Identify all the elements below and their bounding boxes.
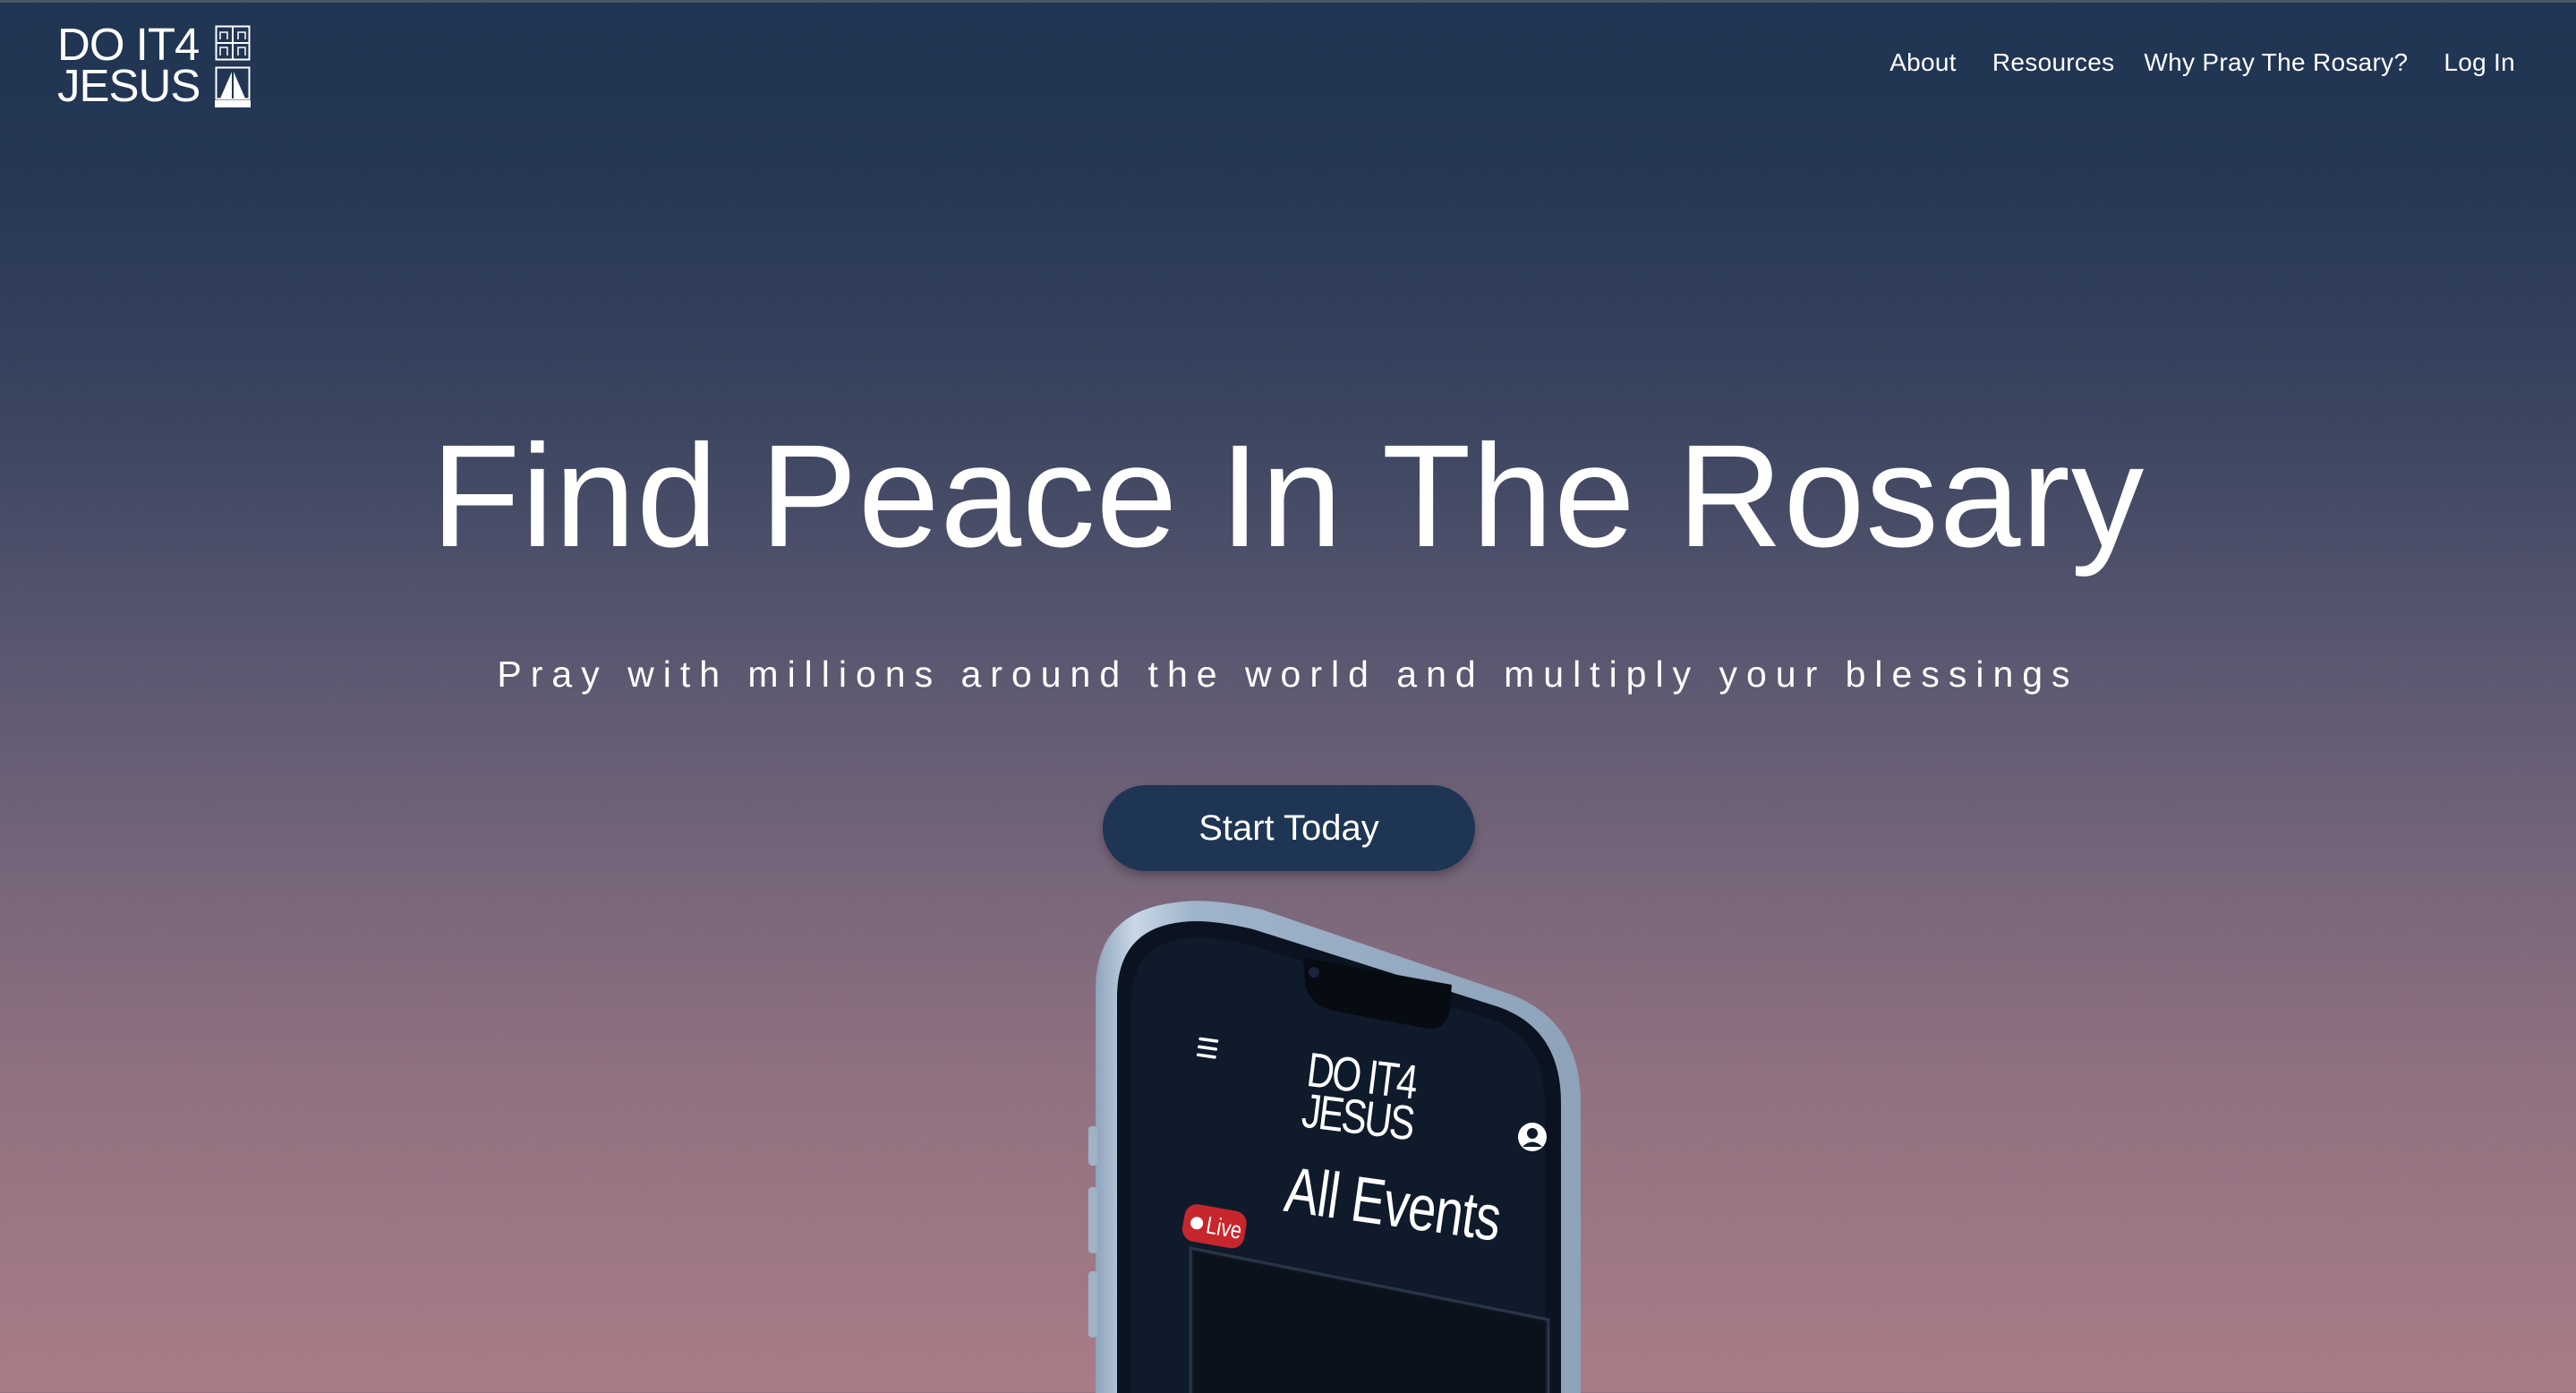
nav-link-resources[interactable]: Resources — [1992, 48, 2115, 77]
nav-link-log-in[interactable]: Log In — [2444, 48, 2515, 77]
start-today-button[interactable]: Start Today — [1103, 785, 1475, 871]
brand-logo[interactable]: DO IT4 JESUS — [57, 20, 254, 109]
user-profile-icon[interactable] — [1516, 1121, 1548, 1153]
church-steps-icon — [215, 66, 251, 107]
top-border — [0, 0, 2576, 3]
main-nav: About Resources Why Pray The Rosary? Log… — [1889, 48, 2515, 77]
church-window-icon — [215, 25, 251, 61]
hero-title: Find Peace In The Rosary — [431, 414, 2145, 577]
hero-subtitle: Pray with millions around the world and … — [497, 654, 2079, 695]
phone-mockup: DO IT4 JESUS All Events Live — [1083, 892, 1593, 1393]
live-badge-label: Live — [1204, 1210, 1244, 1244]
app-logo-line-2: JESUS — [1299, 1083, 1416, 1151]
live-dot-icon — [1190, 1216, 1205, 1231]
hamburger-menu-icon[interactable] — [1194, 1033, 1223, 1064]
nav-link-about[interactable]: About — [1889, 48, 1957, 77]
nav-link-why-pray-the-rosary[interactable]: Why Pray The Rosary? — [2144, 48, 2408, 77]
brand-logo-line-2: JESUS — [57, 60, 200, 111]
